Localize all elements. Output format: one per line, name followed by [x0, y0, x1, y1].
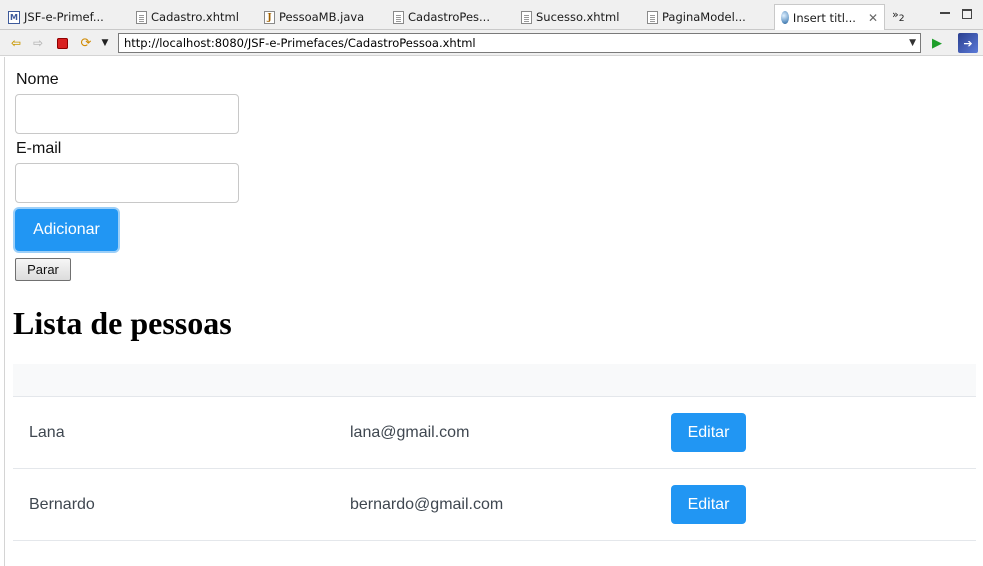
- close-tab-icon[interactable]: ✕: [868, 11, 878, 25]
- maximize-icon[interactable]: [962, 9, 972, 19]
- refresh-icon[interactable]: ⟳: [78, 35, 94, 51]
- people-table: Lana lana@gmail.com Editar Bernardo bern…: [13, 364, 976, 541]
- tab-cadastro-xhtml[interactable]: Cadastro.xhtml: [136, 4, 239, 30]
- tab-label: CadastroPes...: [408, 10, 490, 24]
- editor-tab-bar: M JSF-e-Primef... Cadastro.xhtml J Pesso…: [0, 0, 983, 30]
- stop-button[interactable]: Parar: [15, 258, 71, 281]
- email-cell: bernardo@gmail.com: [350, 496, 504, 513]
- maven-pom-icon: M: [8, 10, 20, 24]
- name-input[interactable]: [15, 94, 239, 134]
- tab-browser-active[interactable]: Insert titl... ✕: [774, 4, 885, 30]
- forward-arrow-icon[interactable]: ⇨: [30, 35, 46, 51]
- url-input[interactable]: http://localhost:8080/JSF-e-Primefaces/C…: [118, 33, 921, 53]
- name-label: Nome: [16, 71, 59, 88]
- tab-label: Insert titl...: [792, 10, 856, 25]
- external-browser-icon[interactable]: ➔: [958, 33, 978, 53]
- stop-icon[interactable]: [54, 35, 70, 51]
- table-row: Bernardo bernardo@gmail.com Editar: [13, 469, 976, 541]
- email-cell: lana@gmail.com: [350, 424, 470, 441]
- java-file-icon: J: [264, 10, 275, 24]
- xhtml-file-icon: [136, 10, 147, 24]
- email-input[interactable]: [15, 163, 239, 203]
- browser-globe-icon: [781, 11, 789, 24]
- email-label: E-mail: [16, 140, 62, 157]
- xhtml-file-icon: [647, 10, 658, 24]
- go-play-icon[interactable]: ▶: [929, 35, 945, 51]
- minimize-icon[interactable]: [940, 9, 950, 14]
- tab-paginamodelo[interactable]: PaginaModel...: [647, 4, 746, 30]
- tab-label: Cadastro.xhtml: [151, 10, 239, 24]
- tab-cadastropessoa[interactable]: CadastroPes...: [393, 4, 490, 30]
- table-header: [13, 364, 976, 397]
- tabs-overflow-count: 2: [898, 13, 905, 25]
- add-button[interactable]: Adicionar: [15, 209, 118, 251]
- back-arrow-icon[interactable]: ⇦: [8, 35, 24, 51]
- page-content: Nome E-mail Adicionar Parar Lista de pes…: [4, 57, 983, 566]
- tab-jsf-e-primefaces[interactable]: M JSF-e-Primef...: [8, 4, 104, 30]
- tab-label: Sucesso.xhtml: [536, 10, 620, 24]
- tab-label: JSF-e-Primef...: [24, 10, 104, 24]
- name-cell: Bernardo: [29, 496, 95, 513]
- edit-button[interactable]: Editar: [671, 485, 746, 524]
- tabs-overflow-button[interactable]: »2: [892, 8, 905, 24]
- edit-button[interactable]: Editar: [671, 413, 746, 452]
- tab-label: PaginaModel...: [662, 10, 746, 24]
- list-title: Lista de pessoas: [13, 305, 232, 341]
- browser-toolbar: ⇦ ⇨ ⟳ ▼ http://localhost:8080/JSF-e-Prim…: [0, 30, 983, 56]
- xhtml-file-icon: [521, 10, 532, 24]
- tab-label: PessoaMB.java: [279, 10, 365, 24]
- xhtml-file-icon: [393, 10, 404, 24]
- table-row: Lana lana@gmail.com Editar: [13, 397, 976, 469]
- tab-pessoamb-java[interactable]: J PessoaMB.java: [264, 4, 364, 30]
- tab-sucesso-xhtml[interactable]: Sucesso.xhtml: [521, 4, 619, 30]
- url-dropdown-icon[interactable]: ▼: [909, 34, 916, 52]
- chevron-down-icon[interactable]: ▼: [97, 35, 113, 51]
- name-cell: Lana: [29, 424, 65, 441]
- url-text: http://localhost:8080/JSF-e-Primefaces/C…: [124, 36, 476, 50]
